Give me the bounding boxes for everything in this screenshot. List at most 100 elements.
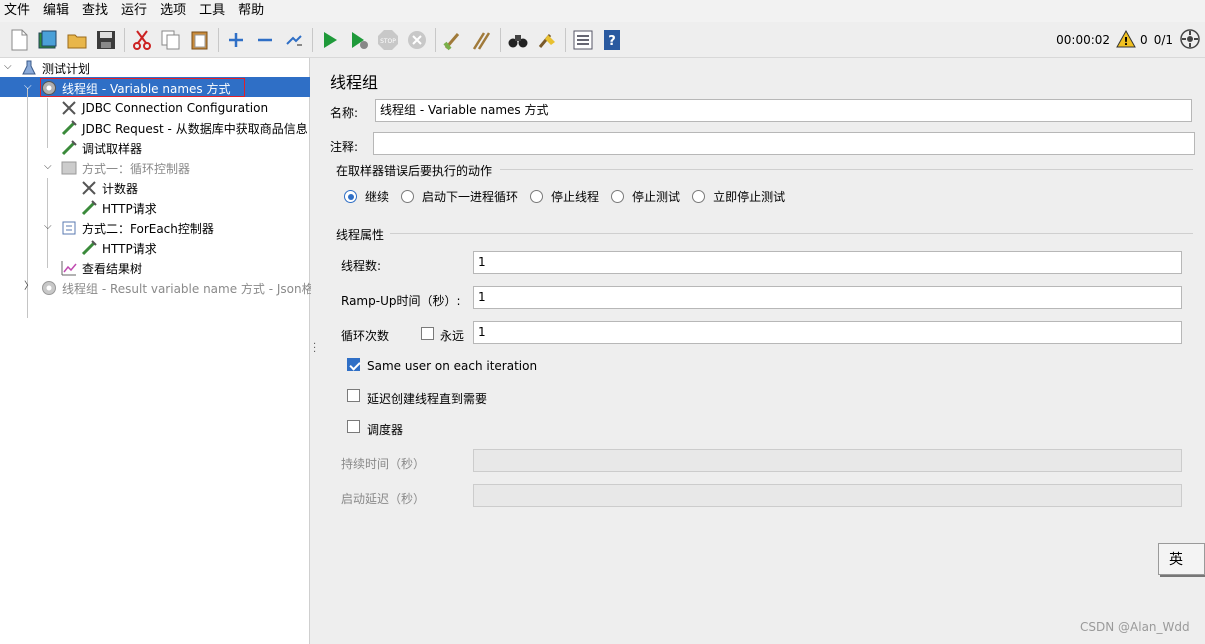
collapse-toggle[interactable]: ⌵ [44,162,54,172]
radio-button[interactable] [344,190,357,203]
radio-button[interactable] [611,190,625,203]
collapse-toggle[interactable]: ⌵ [24,82,34,92]
tree-node-http-request-1[interactable]: HTTP请求 [80,198,157,218]
tree-node-label: 方式一：循环控制器 [82,161,191,176]
threads-field[interactable]: 1 [473,251,1182,274]
toggle-icon[interactable] [281,27,307,53]
menu-run[interactable]: 运行 [121,0,154,22]
help-icon[interactable]: ? [599,27,625,53]
menu-file[interactable]: 文件 [4,0,37,22]
red-annotation-box [40,78,245,97]
radio-button[interactable] [692,190,706,203]
warning-count: 0 [1140,33,1148,47]
stop-icon[interactable]: STOP [375,27,401,53]
same-user-checkbox[interactable] [347,358,360,371]
startup-delay-label: 启动延迟（秒） [341,492,426,506]
radio-stop-test[interactable]: 停止测试 [611,188,680,205]
comment-field[interactable] [373,132,1195,155]
test-plan-tree: ⌵ 测试计划 ⌵ 线程组 - Variable names 方式 JDBC Co… [0,58,326,644]
toolbar: STOP ? 00:00:02 ! 0 0/1 [0,22,1205,58]
threads-label: 线程数: [341,259,382,273]
radio-label: 启动下一进程循环 [422,190,519,204]
loop-count-field[interactable]: 1 [473,321,1182,344]
tree-node-http-request-2[interactable]: HTTP请求 [80,238,157,258]
menu-search[interactable]: 查找 [82,0,115,22]
radio-button[interactable] [530,190,544,203]
collapse-toggle[interactable]: ⌵ [4,62,14,72]
radio-stop-test-now[interactable]: 立即停止测试 [692,188,785,205]
menu-options[interactable]: 选项 [160,0,193,22]
tree-node-jdbc-request[interactable]: JDBC Request - 从数据库中获取商品信息 [60,118,308,138]
search-icon[interactable] [505,27,531,53]
thread-count: 0/1 [1153,33,1173,47]
new-icon[interactable] [6,27,32,53]
tree-node-loop-controller[interactable]: 方式一：循环控制器 [60,158,190,178]
open-icon[interactable] [64,27,90,53]
tree-node-label: JDBC Connection Configuration [82,101,269,115]
menu-tools[interactable]: 工具 [199,0,232,22]
rampup-field[interactable]: 1 [473,286,1182,309]
tree-node-view-results-tree[interactable]: 查看结果树 [60,258,142,278]
clear-all-icon[interactable] [469,27,495,53]
warning-icon[interactable]: ! [1116,29,1136,51]
comment-label: 注释: [330,140,359,154]
collapse-icon[interactable] [252,27,278,53]
expand-icon[interactable] [223,27,249,53]
expand-toggle[interactable]: 〉 [24,282,34,292]
radio-stop-thread[interactable]: 停止线程 [530,188,599,205]
forever-label: 永远 [440,329,465,343]
radio-button[interactable] [401,190,415,203]
menu-edit[interactable]: 编辑 [43,0,76,22]
ime-indicator[interactable]: 英 [1158,543,1205,575]
section-divider [500,169,1193,170]
delay-thread-creation-label: 延迟创建线程直到需要 [367,392,488,406]
tree-node-test-plan[interactable]: 测试计划 [20,58,90,78]
elapsed-timer: 00:00:02 [1056,33,1111,47]
shutdown-icon[interactable] [404,27,430,53]
loop-controller-icon [60,159,78,177]
radio-label: 继续 [365,190,390,204]
remote-icon[interactable] [1179,28,1201,53]
duration-field[interactable] [473,449,1182,472]
copy-icon[interactable] [158,27,184,53]
tree-node-thread-group-2[interactable]: 线程组 - Result variable name 方式 - Json格式 [40,278,326,298]
ime-label: 英 [1169,552,1183,568]
tree-node-foreach-controller[interactable]: 方式二：ForEach控制器 [60,218,214,238]
start-icon[interactable] [317,27,343,53]
name-field[interactable]: 线程组 - Variable names 方式 [375,99,1192,122]
startup-delay-field[interactable] [473,484,1182,507]
cut-icon[interactable] [129,27,155,53]
thread-group-editor: 线程组 名称: 线程组 - Variable names 方式 注释: 在取样器… [318,58,1205,644]
toolbar-separator [435,27,436,52]
radio-label: 停止测试 [632,190,681,204]
start-no-pause-icon[interactable] [346,27,372,53]
splitter-grip-icon: · · · [313,339,317,358]
sampler-icon [60,119,78,137]
sampler-icon [60,139,78,157]
watermark: CSDN @Alan_Wdd [1080,620,1190,634]
clear-icon[interactable] [440,27,466,53]
delay-thread-creation-checkbox[interactable] [347,389,360,402]
error-action-radio-group: 继续 启动下一进程循环 停止线程 停止测试 立即停止测试 [344,188,797,205]
radio-continue[interactable]: 继续 [344,188,389,205]
radio-start-next-loop[interactable]: 启动下一进程循环 [401,188,518,205]
tree-node-label: HTTP请求 [102,201,157,216]
loop-count-label: 循环次数 [341,329,390,343]
svg-text:?: ? [608,34,616,49]
tree-node-jdbc-config[interactable]: JDBC Connection Configuration [60,98,268,118]
svg-text:STOP: STOP [380,38,396,45]
tree-node-counter[interactable]: 计数器 [80,178,138,198]
menu-help[interactable]: 帮助 [238,0,271,22]
tree-node-debug-sampler[interactable]: 调试取样器 [60,138,142,158]
function-helper-icon[interactable] [570,27,596,53]
save-icon[interactable] [93,27,119,53]
scheduler-checkbox[interactable] [347,420,360,433]
collapse-toggle[interactable]: ⌵ [44,222,54,232]
scheduler-label: 调度器 [367,423,404,437]
listener-icon [60,259,78,277]
paste-icon[interactable] [187,27,213,53]
reset-search-icon[interactable] [534,27,560,53]
templates-icon[interactable] [35,27,61,53]
panel-splitter[interactable]: · · · [311,58,318,644]
forever-checkbox[interactable] [421,327,434,340]
